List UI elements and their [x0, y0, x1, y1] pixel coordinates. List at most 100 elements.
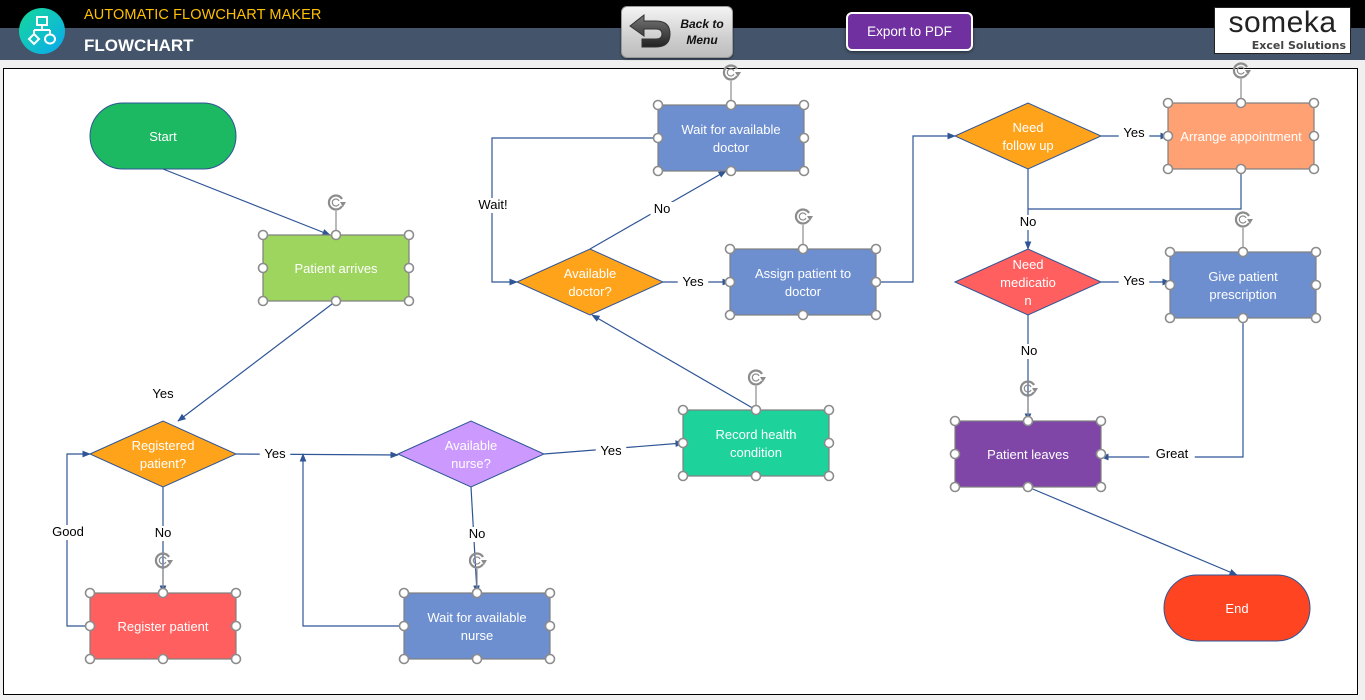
- resize-handle[interactable]: [257, 295, 269, 307]
- node-patient-leaves[interactable]: Patient leaves: [954, 420, 1102, 488]
- resize-handle[interactable]: [750, 404, 762, 416]
- resize-handle[interactable]: [798, 132, 810, 144]
- node-wait-nurse[interactable]: Wait for available nurse: [403, 592, 551, 660]
- node-arrange-appt[interactable]: Arrange appointment: [1167, 102, 1315, 170]
- rotate-handle-icon[interactable]: [327, 194, 346, 211]
- resize-handle[interactable]: [797, 243, 809, 255]
- resize-handle[interactable]: [1237, 246, 1249, 258]
- resize-handle[interactable]: [1164, 246, 1176, 258]
- node-registered[interactable]: Registered patient?: [88, 420, 238, 488]
- resize-handle[interactable]: [724, 309, 736, 321]
- resize-handle[interactable]: [677, 404, 689, 416]
- rotate-handle-icon[interactable]: [154, 552, 173, 569]
- node-patient-arrives[interactable]: Patient arrives: [262, 234, 410, 302]
- resize-handle[interactable]: [1310, 279, 1322, 291]
- resize-handle[interactable]: [403, 262, 415, 274]
- edge-start-to-patient-arrives[interactable]: [162, 168, 331, 236]
- resize-handle[interactable]: [1308, 97, 1320, 109]
- resize-handle[interactable]: [1164, 312, 1176, 324]
- resize-handle[interactable]: [652, 132, 664, 144]
- resize-handle[interactable]: [398, 653, 410, 665]
- resize-handle[interactable]: [1162, 97, 1174, 109]
- resize-handle[interactable]: [471, 587, 483, 599]
- node-need-followup[interactable]: Need follow up: [953, 102, 1103, 170]
- resize-handle[interactable]: [724, 243, 736, 255]
- rotate-handle-icon[interactable]: [1019, 380, 1038, 397]
- node-end[interactable]: End: [1163, 574, 1311, 642]
- edge-give-prescription-to-patient-leaves[interactable]: [1100, 318, 1244, 461]
- resize-handle[interactable]: [544, 653, 556, 665]
- node-avail-doctor[interactable]: Available doctor?: [515, 248, 665, 316]
- edge-arrange-appt-to-need-medication[interactable]: [1028, 169, 1242, 210]
- resize-handle[interactable]: [1095, 415, 1107, 427]
- resize-handle[interactable]: [398, 587, 410, 599]
- resize-handle[interactable]: [157, 587, 169, 599]
- resize-handle[interactable]: [949, 448, 961, 460]
- resize-handle[interactable]: [798, 165, 810, 177]
- node-avail-nurse[interactable]: Available nurse?: [396, 420, 546, 488]
- resize-handle[interactable]: [544, 587, 556, 599]
- resize-handle[interactable]: [1308, 130, 1320, 142]
- resize-handle[interactable]: [1022, 481, 1034, 493]
- resize-handle[interactable]: [798, 99, 810, 111]
- resize-handle[interactable]: [1095, 481, 1107, 493]
- edge-patient-leaves-to-end[interactable]: [1027, 486, 1238, 576]
- resize-handle[interactable]: [1235, 163, 1247, 175]
- node-register-patient[interactable]: Register patient: [89, 592, 237, 660]
- resize-handle[interactable]: [870, 276, 882, 288]
- resize-handle[interactable]: [1162, 163, 1174, 175]
- rotate-handle-icon[interactable]: [1232, 62, 1251, 79]
- resize-handle[interactable]: [257, 229, 269, 241]
- resize-handle[interactable]: [1310, 312, 1322, 324]
- node-need-medication[interactable]: Need medicatio n: [953, 248, 1103, 316]
- resize-handle[interactable]: [949, 481, 961, 493]
- resize-handle[interactable]: [870, 309, 882, 321]
- resize-handle[interactable]: [230, 587, 242, 599]
- node-give-prescription[interactable]: Give patient prescription: [1169, 251, 1317, 319]
- resize-handle[interactable]: [1235, 97, 1247, 109]
- node-record-health[interactable]: Record health condition: [682, 409, 830, 477]
- resize-handle[interactable]: [1308, 163, 1320, 175]
- resize-handle[interactable]: [949, 415, 961, 427]
- resize-handle[interactable]: [230, 620, 242, 632]
- resize-handle[interactable]: [870, 243, 882, 255]
- resize-handle[interactable]: [1095, 448, 1107, 460]
- resize-handle[interactable]: [750, 470, 762, 482]
- rotate-handle-icon[interactable]: [747, 369, 766, 386]
- resize-handle[interactable]: [544, 620, 556, 632]
- resize-handle[interactable]: [652, 99, 664, 111]
- resize-handle[interactable]: [398, 620, 410, 632]
- resize-handle[interactable]: [1164, 279, 1176, 291]
- edge-patient-arrives-to-registered[interactable]: [177, 300, 337, 422]
- resize-handle[interactable]: [157, 653, 169, 665]
- resize-handle[interactable]: [823, 437, 835, 449]
- node-start[interactable]: Start: [89, 102, 237, 170]
- resize-handle[interactable]: [1162, 130, 1174, 142]
- node-assign-doctor[interactable]: Assign patient to doctor: [729, 248, 877, 316]
- resize-handle[interactable]: [823, 470, 835, 482]
- rotate-handle-icon[interactable]: [794, 208, 813, 225]
- rotate-handle-icon[interactable]: [468, 552, 487, 569]
- resize-handle[interactable]: [1310, 246, 1322, 258]
- resize-handle[interactable]: [403, 229, 415, 241]
- edge-record-health-to-avail-doctor[interactable]: [591, 314, 757, 411]
- resize-handle[interactable]: [652, 165, 664, 177]
- edge-wait-nurse-to-avail-nurse[interactable]: [299, 453, 404, 627]
- resize-handle[interactable]: [1237, 312, 1249, 324]
- resize-handle[interactable]: [330, 295, 342, 307]
- resize-handle[interactable]: [725, 165, 737, 177]
- resize-handle[interactable]: [677, 437, 689, 449]
- rotate-handle-icon[interactable]: [722, 64, 741, 81]
- resize-handle[interactable]: [230, 653, 242, 665]
- resize-handle[interactable]: [724, 276, 736, 288]
- resize-handle[interactable]: [84, 653, 96, 665]
- resize-handle[interactable]: [403, 295, 415, 307]
- resize-handle[interactable]: [1022, 415, 1034, 427]
- resize-handle[interactable]: [725, 99, 737, 111]
- resize-handle[interactable]: [257, 262, 269, 274]
- resize-handle[interactable]: [677, 470, 689, 482]
- edge-assign-doctor-to-need-followup[interactable]: [876, 132, 956, 283]
- resize-handle[interactable]: [823, 404, 835, 416]
- node-wait-doctor[interactable]: Wait for available doctor: [657, 104, 805, 172]
- resize-handle[interactable]: [84, 587, 96, 599]
